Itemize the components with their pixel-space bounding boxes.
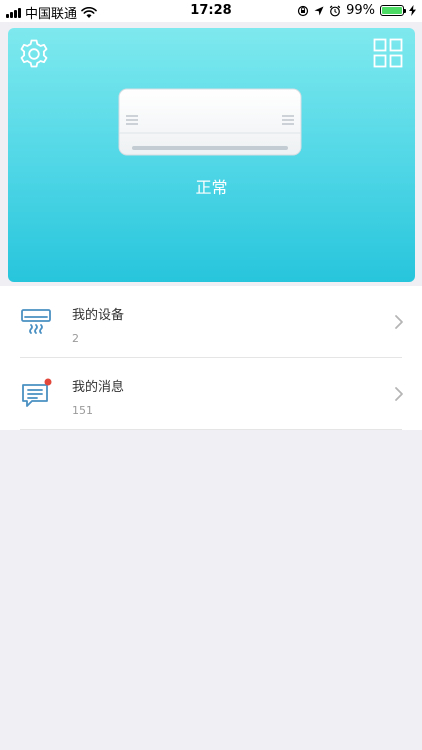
- message-icon: [22, 378, 52, 407]
- rotation-lock-icon: [297, 5, 309, 16]
- menu-list: 我的设备 2 我的消息 151: [0, 286, 422, 430]
- location-arrow-icon: [314, 6, 324, 15]
- chevron-right-icon: [395, 387, 403, 401]
- air-conditioner-icon: [21, 309, 51, 334]
- unread-dot-icon: [44, 378, 52, 386]
- battery-icon: [380, 5, 406, 16]
- status-bar-right: 99%: [297, 3, 416, 18]
- chevron-right-icon: [395, 315, 403, 329]
- message-count: 151: [72, 404, 93, 417]
- settings-gear-icon[interactable]: [18, 38, 50, 70]
- list-item-my-messages[interactable]: 我的消息 151: [0, 358, 422, 430]
- device-count: 2: [72, 332, 79, 345]
- battery-percent: 99%: [346, 3, 375, 18]
- my-devices-label: 我的设备: [72, 308, 125, 323]
- my-messages-label: 我的消息: [72, 380, 125, 395]
- battery-level-fill: [382, 7, 402, 14]
- list-item-my-devices[interactable]: 我的设备 2: [0, 286, 422, 358]
- device-status-label: 正常: [195, 178, 228, 197]
- grid-menu-icon[interactable]: [373, 38, 403, 68]
- device-hero-card: 正常: [8, 28, 415, 282]
- status-bar: 中国联通 17:28 99%: [0, 0, 422, 22]
- air-conditioner-illustration: [118, 88, 302, 156]
- alarm-icon: [329, 5, 341, 16]
- charging-bolt-icon: [409, 5, 416, 16]
- divider: [20, 429, 402, 430]
